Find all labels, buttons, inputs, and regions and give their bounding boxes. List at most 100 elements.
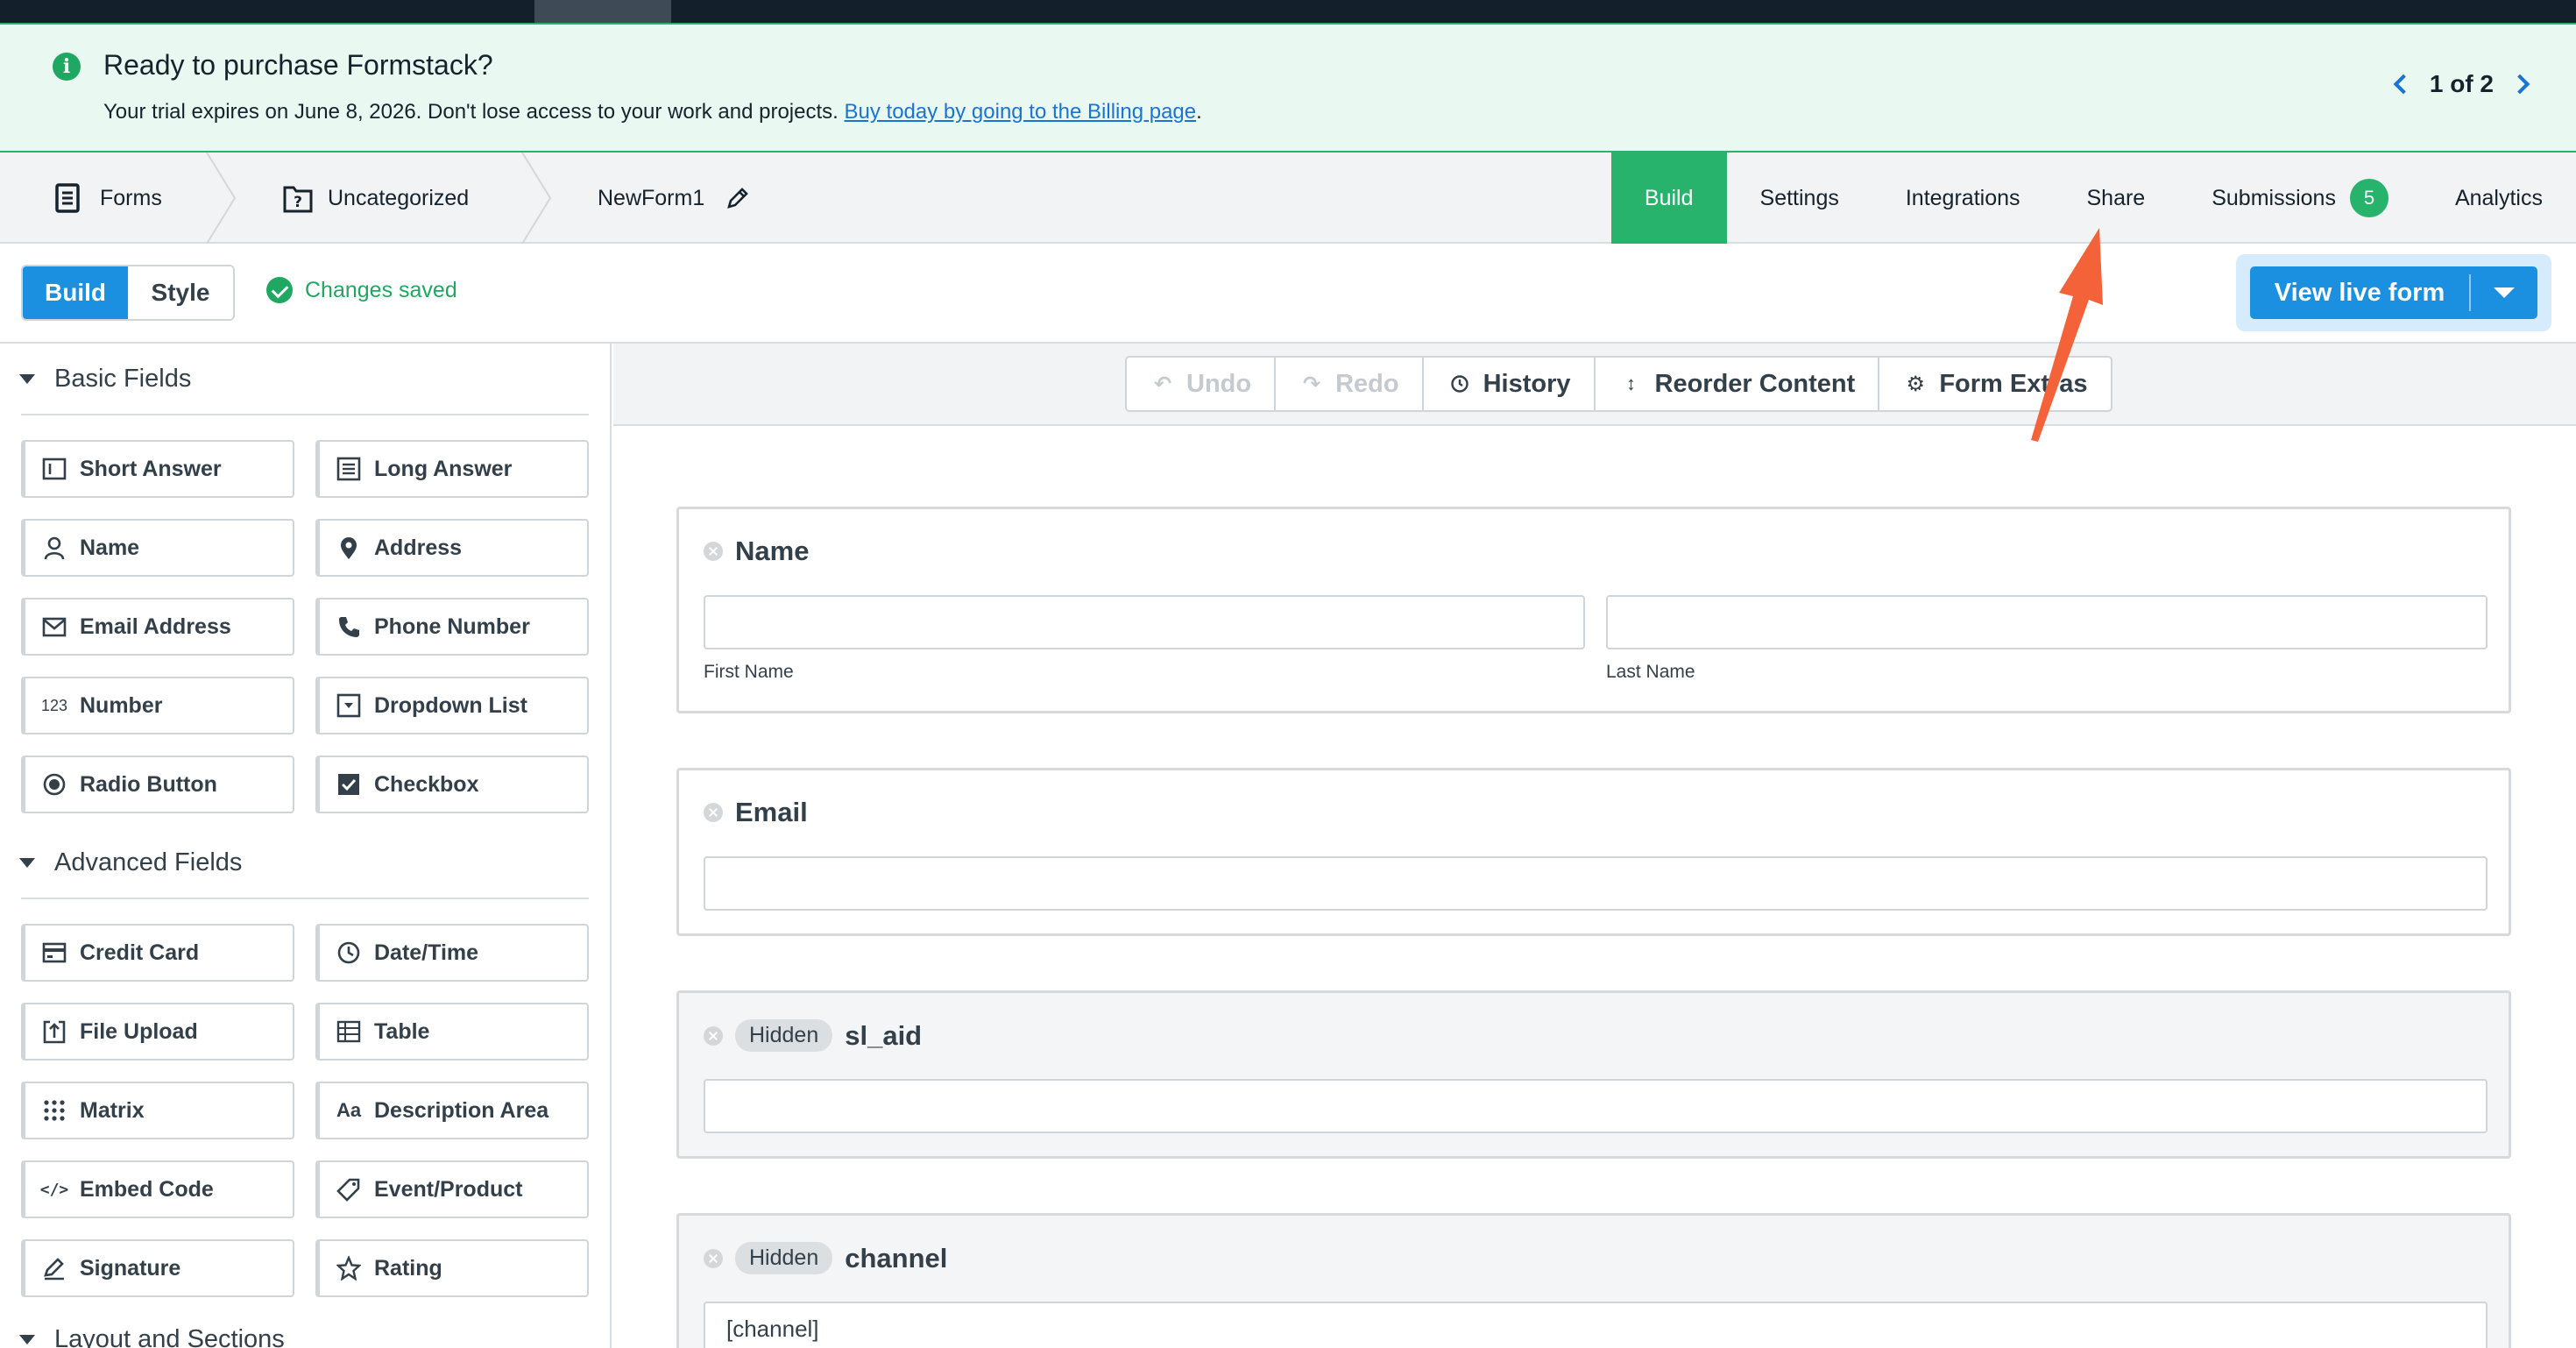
long-answer-icon: [336, 456, 362, 482]
build-style-toggle: Build Style: [21, 265, 235, 321]
remove-field-icon[interactable]: [704, 1248, 723, 1268]
info-icon: i: [53, 53, 81, 81]
field-file-upload[interactable]: File Upload: [21, 1003, 294, 1061]
field-label: Phone Number: [374, 614, 530, 639]
build-mode-button[interactable]: Build: [23, 266, 128, 319]
pager-count: 1 of 2: [2429, 70, 2494, 97]
banner-pager: 1 of 2: [2393, 70, 2530, 98]
sl-aid-input[interactable]: [704, 1079, 2488, 1133]
remove-field-icon[interactable]: [704, 803, 723, 822]
undo-button[interactable]: ↶ Undo: [1127, 358, 1277, 410]
tab-submissions[interactable]: Submissions 5: [2178, 153, 2422, 244]
reorder-content-button[interactable]: ↕ Reorder Content: [1596, 358, 1880, 410]
field-short-answer[interactable]: Short Answer: [21, 440, 294, 498]
field-card-channel[interactable]: Hidden channel [channel]: [676, 1213, 2511, 1348]
breadcrumb-folder[interactable]: ? Uncategorized: [282, 153, 469, 244]
breadcrumb-folder-label: Uncategorized: [328, 185, 470, 210]
tab-submissions-label: Submissions: [2212, 185, 2336, 210]
email-input[interactable]: [704, 856, 2488, 911]
trial-banner: i Ready to purchase Formstack? Your tria…: [0, 23, 2576, 153]
field-label: Dropdown List: [374, 692, 527, 718]
history-clock-icon: [1447, 371, 1473, 397]
view-live-form-button[interactable]: View live form: [2250, 266, 2537, 319]
last-name-input[interactable]: [1606, 595, 2488, 649]
history-button[interactable]: History: [1424, 358, 1596, 410]
field-label: Description Area: [374, 1097, 549, 1123]
checkbox-icon: [336, 771, 362, 798]
field-phone-number[interactable]: Phone Number: [315, 598, 589, 656]
field-description-area[interactable]: Aa Description Area: [315, 1082, 589, 1139]
field-long-answer[interactable]: Long Answer: [315, 440, 589, 498]
field-label: Long Answer: [374, 456, 513, 481]
field-address[interactable]: Address: [315, 519, 589, 577]
save-status-text: Changes saved: [305, 277, 457, 302]
first-name-input[interactable]: [704, 595, 1585, 649]
breadcrumb-forms-label: Forms: [100, 185, 162, 210]
field-label: Embed Code: [80, 1176, 214, 1202]
credit-card-icon: [41, 940, 67, 966]
field-event-product[interactable]: Event/Product: [315, 1160, 589, 1218]
field-label: Date/Time: [374, 940, 479, 965]
basic-fields-header[interactable]: Basic Fields: [19, 365, 191, 394]
person-icon: [41, 535, 67, 561]
upload-icon: [41, 1018, 67, 1045]
banner-message-text: Your trial expires on June 8, 2026. Don'…: [103, 100, 839, 124]
breadcrumb-forms[interactable]: Forms: [54, 153, 162, 244]
chevron-right-icon[interactable]: [2509, 74, 2530, 95]
channel-input[interactable]: [channel]: [704, 1302, 2488, 1348]
field-radio-button[interactable]: Radio Button: [21, 756, 294, 813]
field-title-text: Email: [735, 797, 808, 827]
view-live-form-focus-ring: View live form: [2236, 254, 2551, 331]
active-tab-indicator: [534, 0, 671, 23]
collapse-caret-icon: [19, 858, 35, 868]
collapse-caret-icon: [19, 374, 35, 384]
field-email-address[interactable]: Email Address: [21, 598, 294, 656]
field-title-text: channel: [845, 1242, 948, 1274]
breadcrumb-separator: [521, 153, 552, 244]
field-credit-card[interactable]: Credit Card: [21, 924, 294, 982]
remove-field-icon[interactable]: [704, 1025, 723, 1046]
field-label: Table: [374, 1018, 430, 1044]
tab-analytics[interactable]: Analytics: [2422, 153, 2576, 244]
field-card-sl-aid[interactable]: Hidden sl_aid: [676, 990, 2511, 1159]
field-signature[interactable]: Signature: [21, 1239, 294, 1297]
tab-settings[interactable]: Settings: [1727, 153, 1872, 244]
field-card-name[interactable]: Name First Name Last Name: [676, 507, 2511, 713]
collapse-caret-icon: [19, 1335, 35, 1344]
field-embed-code[interactable]: </> Embed Code: [21, 1160, 294, 1218]
signature-pen-icon: [41, 1255, 67, 1281]
pencil-icon[interactable]: [725, 186, 750, 210]
field-title-text: sl_aid: [845, 1019, 923, 1051]
field-label: Radio Button: [80, 771, 217, 797]
remove-field-icon[interactable]: [704, 542, 723, 561]
chevron-left-icon[interactable]: [2393, 74, 2414, 95]
field-label: Event/Product: [374, 1176, 523, 1202]
matrix-dots-icon: [41, 1097, 67, 1124]
field-dropdown-list[interactable]: Dropdown List: [315, 677, 589, 734]
layout-sections-header[interactable]: Layout and Sections: [19, 1325, 285, 1348]
view-live-dropdown[interactable]: [2471, 287, 2537, 298]
breadcrumb-form-name[interactable]: NewForm1: [598, 153, 750, 244]
field-label: Credit Card: [80, 940, 200, 965]
history-label: History: [1483, 369, 1571, 398]
field-name[interactable]: Name: [21, 519, 294, 577]
banner-period: .: [1196, 100, 1202, 124]
style-mode-button[interactable]: Style: [128, 266, 233, 319]
field-label: Email Address: [80, 614, 231, 639]
map-pin-icon: [336, 535, 362, 561]
field-date-time[interactable]: Date/Time: [315, 924, 589, 982]
text-aa-icon: Aa: [336, 1099, 362, 1121]
field-rating[interactable]: Rating: [315, 1239, 589, 1297]
advanced-fields-header[interactable]: Advanced Fields: [19, 848, 242, 877]
basic-fields-title: Basic Fields: [54, 365, 192, 393]
field-card-email[interactable]: Email: [676, 768, 2511, 936]
billing-link[interactable]: Buy today by going to the Billing page: [845, 100, 1197, 124]
field-matrix[interactable]: Matrix: [21, 1082, 294, 1139]
first-name-sublabel: First Name: [704, 662, 794, 682]
redo-button[interactable]: ↷ Redo: [1276, 358, 1424, 410]
tab-build[interactable]: Build: [1610, 153, 1727, 244]
save-status: Changes saved: [266, 277, 457, 303]
field-table[interactable]: Table: [315, 1003, 589, 1061]
field-number[interactable]: 123 Number: [21, 677, 294, 734]
field-checkbox[interactable]: Checkbox: [315, 756, 589, 813]
